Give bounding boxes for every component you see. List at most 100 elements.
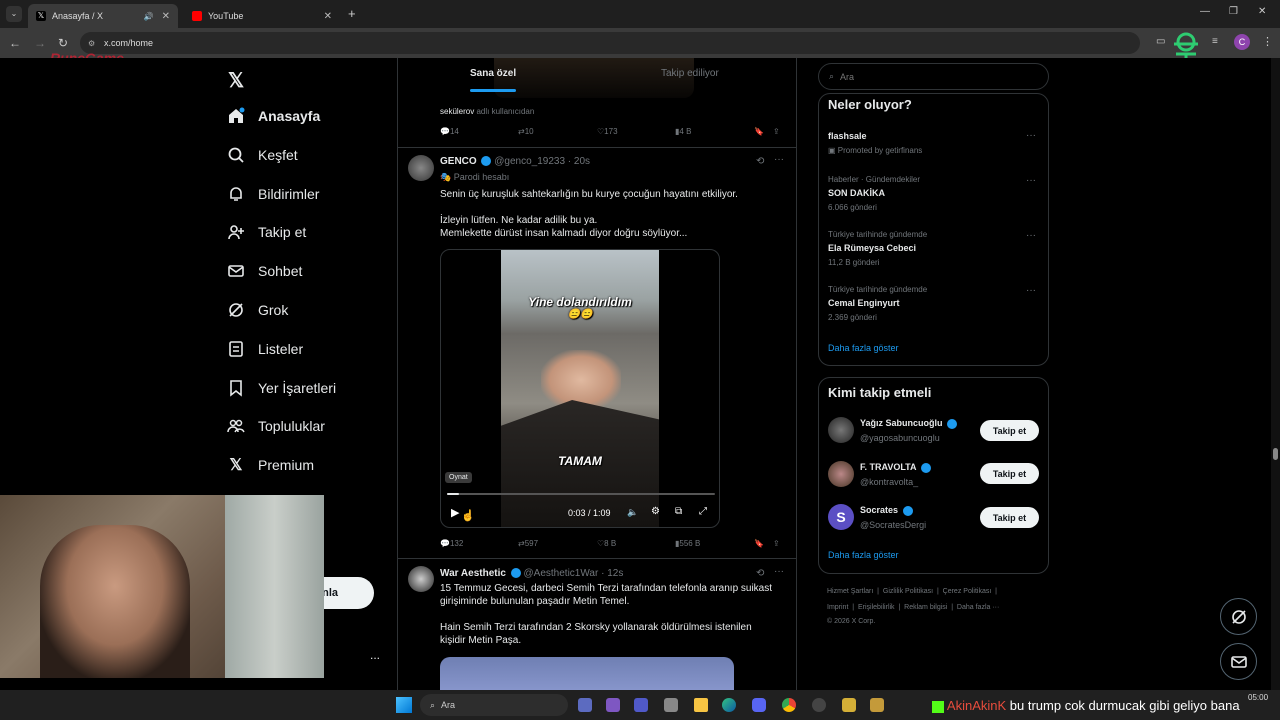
file-explorer-icon[interactable] <box>694 698 708 712</box>
share-button[interactable]: ⇪ <box>773 539 780 548</box>
tweet-time[interactable]: · 12s <box>601 568 623 579</box>
follow-button[interactable]: Takip et <box>980 463 1039 484</box>
footer-links[interactable]: Hizmet Şartları | Gizlilik Politikası | … <box>827 588 997 595</box>
author-name[interactable]: GENCO <box>440 156 477 167</box>
reply-button[interactable]: 💬 14 <box>440 127 459 136</box>
volume-icon[interactable]: 🔈 <box>627 507 638 518</box>
clock[interactable]: 05:00 <box>1248 693 1268 702</box>
taskbar-app-icon[interactable] <box>578 698 592 712</box>
video-progress-track[interactable] <box>447 493 715 495</box>
new-tab-button[interactable]: + <box>348 6 356 21</box>
avatar[interactable] <box>828 461 854 487</box>
taskbar-app-icon[interactable] <box>842 698 856 712</box>
taskbar-search[interactable]: ⌕ Ara <box>420 694 568 716</box>
tweet-more-icon[interactable]: ··· <box>774 566 784 577</box>
avatar[interactable] <box>408 155 434 181</box>
taskbar-app-icon[interactable] <box>812 698 826 712</box>
suggestion-handle[interactable]: @kontravolta_ <box>860 477 918 487</box>
author-handle[interactable]: @genco_19233 <box>494 156 565 167</box>
suggestion-handle[interactable]: @SocratesDergi <box>860 520 926 530</box>
like-button[interactable]: ♡ 8 B <box>597 539 616 548</box>
reload-icon[interactable]: ↻ <box>58 36 68 50</box>
taskbar-app-icon[interactable] <box>634 698 648 712</box>
tweet-more-icon[interactable]: ··· <box>774 154 784 165</box>
trend-title[interactable]: Ela Rümeysa Cebeci <box>828 243 916 253</box>
media-controls-icon[interactable]: ≡ <box>1212 36 1218 47</box>
windows-start-icon[interactable] <box>396 697 412 713</box>
account-more-icon[interactable]: ... <box>370 648 380 662</box>
suggestion-name[interactable]: Yağız Sabuncuoğlu <box>860 418 958 429</box>
cast-icon[interactable]: ▭ <box>1156 36 1165 47</box>
bookmark-button[interactable]: 🔖 <box>754 127 764 136</box>
discord-icon[interactable] <box>752 698 766 712</box>
follow-button[interactable]: Takip et <box>980 507 1039 528</box>
show-more-suggestions-link[interactable]: Daha fazla göster <box>828 550 899 560</box>
taskbar-app-icon[interactable] <box>870 698 884 712</box>
tab-list-menu-icon[interactable]: ⌄ <box>6 6 22 22</box>
sidebar-item-chat[interactable]: Sohbet <box>226 256 302 286</box>
grok-icon[interactable]: ⟲ <box>756 156 764 167</box>
page-scrollbar[interactable] <box>1271 58 1280 690</box>
play-button[interactable]: ▶ <box>451 506 459 519</box>
follow-button[interactable]: Takip et <box>980 420 1039 441</box>
avatar[interactable] <box>828 417 854 443</box>
reply-button[interactable]: 💬 132 <box>440 539 463 548</box>
repost-button[interactable]: ⇄ 10 <box>518 127 534 136</box>
forward-arrow-icon[interactable]: → <box>34 36 46 50</box>
show-more-trends-link[interactable]: Daha fazla göster <box>828 343 899 353</box>
sidebar-item-bookmarks[interactable]: Yer İşaretleri <box>226 373 336 403</box>
messages-floating-button[interactable] <box>1220 643 1257 680</box>
site-info-icon[interactable]: ⚙ <box>88 39 95 48</box>
sidebar-item-grok[interactable]: Grok <box>226 295 288 325</box>
chrome-icon[interactable] <box>782 698 796 712</box>
attribution-user[interactable]: sekülerov <box>440 107 474 116</box>
tab-close-icon[interactable]: ✕ <box>324 11 332 22</box>
search-box[interactable]: ⌕ <box>818 63 1049 90</box>
views-button[interactable]: ▮ 556 B <box>675 539 700 548</box>
tab-youtube[interactable]: YouTube ✕ <box>184 4 340 28</box>
share-button[interactable]: ⇪ <box>773 127 780 136</box>
fullscreen-icon[interactable]: ⤢ <box>699 506 707 517</box>
author-name[interactable]: War Aesthetic <box>440 568 506 579</box>
settings-icon[interactable]: ⚙ <box>651 506 660 517</box>
edge-icon[interactable] <box>722 698 736 712</box>
browser-menu-icon[interactable]: ⋮ <box>1262 35 1273 48</box>
sidebar-item-notifications[interactable]: Bildirimler <box>226 179 319 209</box>
tweet-time[interactable]: · 20s <box>568 156 590 167</box>
profile-avatar[interactable]: C <box>1234 34 1250 50</box>
footer-links[interactable]: Imprint | Erişilebilirlik | Reklam bilgi… <box>827 604 999 611</box>
scrollbar-thumb[interactable] <box>1273 448 1278 460</box>
avatar[interactable]: S <box>828 504 854 530</box>
trend-title[interactable]: flashsale <box>828 131 867 141</box>
repost-button[interactable]: ⇄ 597 <box>518 539 538 548</box>
taskbar-app-icon[interactable] <box>664 698 678 712</box>
close-window-button[interactable]: ✕ <box>1258 6 1266 17</box>
picture-in-picture-icon[interactable]: ⧉ <box>675 506 682 517</box>
tab-following[interactable]: Takip ediliyor <box>661 68 719 79</box>
video-player[interactable]: Yine dolandırıldım 😑😑 TAMAM Oynat ▶ 0:03… <box>440 249 720 528</box>
sidebar-item-follow[interactable]: Takip et <box>226 217 306 247</box>
grok-floating-button[interactable] <box>1220 598 1257 635</box>
trend-more-icon[interactable]: ··· <box>1026 175 1036 186</box>
trend-more-icon[interactable]: ··· <box>1026 230 1036 241</box>
taskbar-app-icon[interactable] <box>606 698 620 712</box>
sidebar-item-premium[interactable]: 𝕏 Premium <box>226 450 314 480</box>
views-button[interactable]: ▮ 4 B <box>675 127 691 136</box>
suggestion-name[interactable]: F. TRAVOLTA <box>860 462 931 473</box>
trend-title[interactable]: Cemal Enginyurt <box>828 298 900 308</box>
tab-for-you[interactable]: Sana özel <box>470 68 516 79</box>
tab-x-home[interactable]: 𝕏 Anasayfa / X 🔊 ✕ <box>28 4 178 28</box>
sidebar-item-lists[interactable]: Listeler <box>226 334 303 364</box>
avatar[interactable] <box>408 566 434 592</box>
address-bar[interactable]: ⚙ x.com/home <box>80 32 1140 54</box>
tab-close-icon[interactable]: ✕ <box>162 11 170 22</box>
maximize-button[interactable]: ❐ <box>1229 6 1238 17</box>
sidebar-item-home[interactable]: Anasayfa <box>226 101 320 131</box>
bookmark-button[interactable]: 🔖 <box>754 539 764 548</box>
sidebar-item-communities[interactable]: Topluluklar <box>226 411 325 441</box>
minimize-button[interactable]: — <box>1200 6 1210 17</box>
trend-more-icon[interactable]: ··· <box>1026 130 1036 141</box>
trend-title[interactable]: SON DAKİKA <box>828 188 885 198</box>
suggestion-name[interactable]: Socrates <box>860 505 913 516</box>
tweet-media[interactable] <box>440 657 734 690</box>
